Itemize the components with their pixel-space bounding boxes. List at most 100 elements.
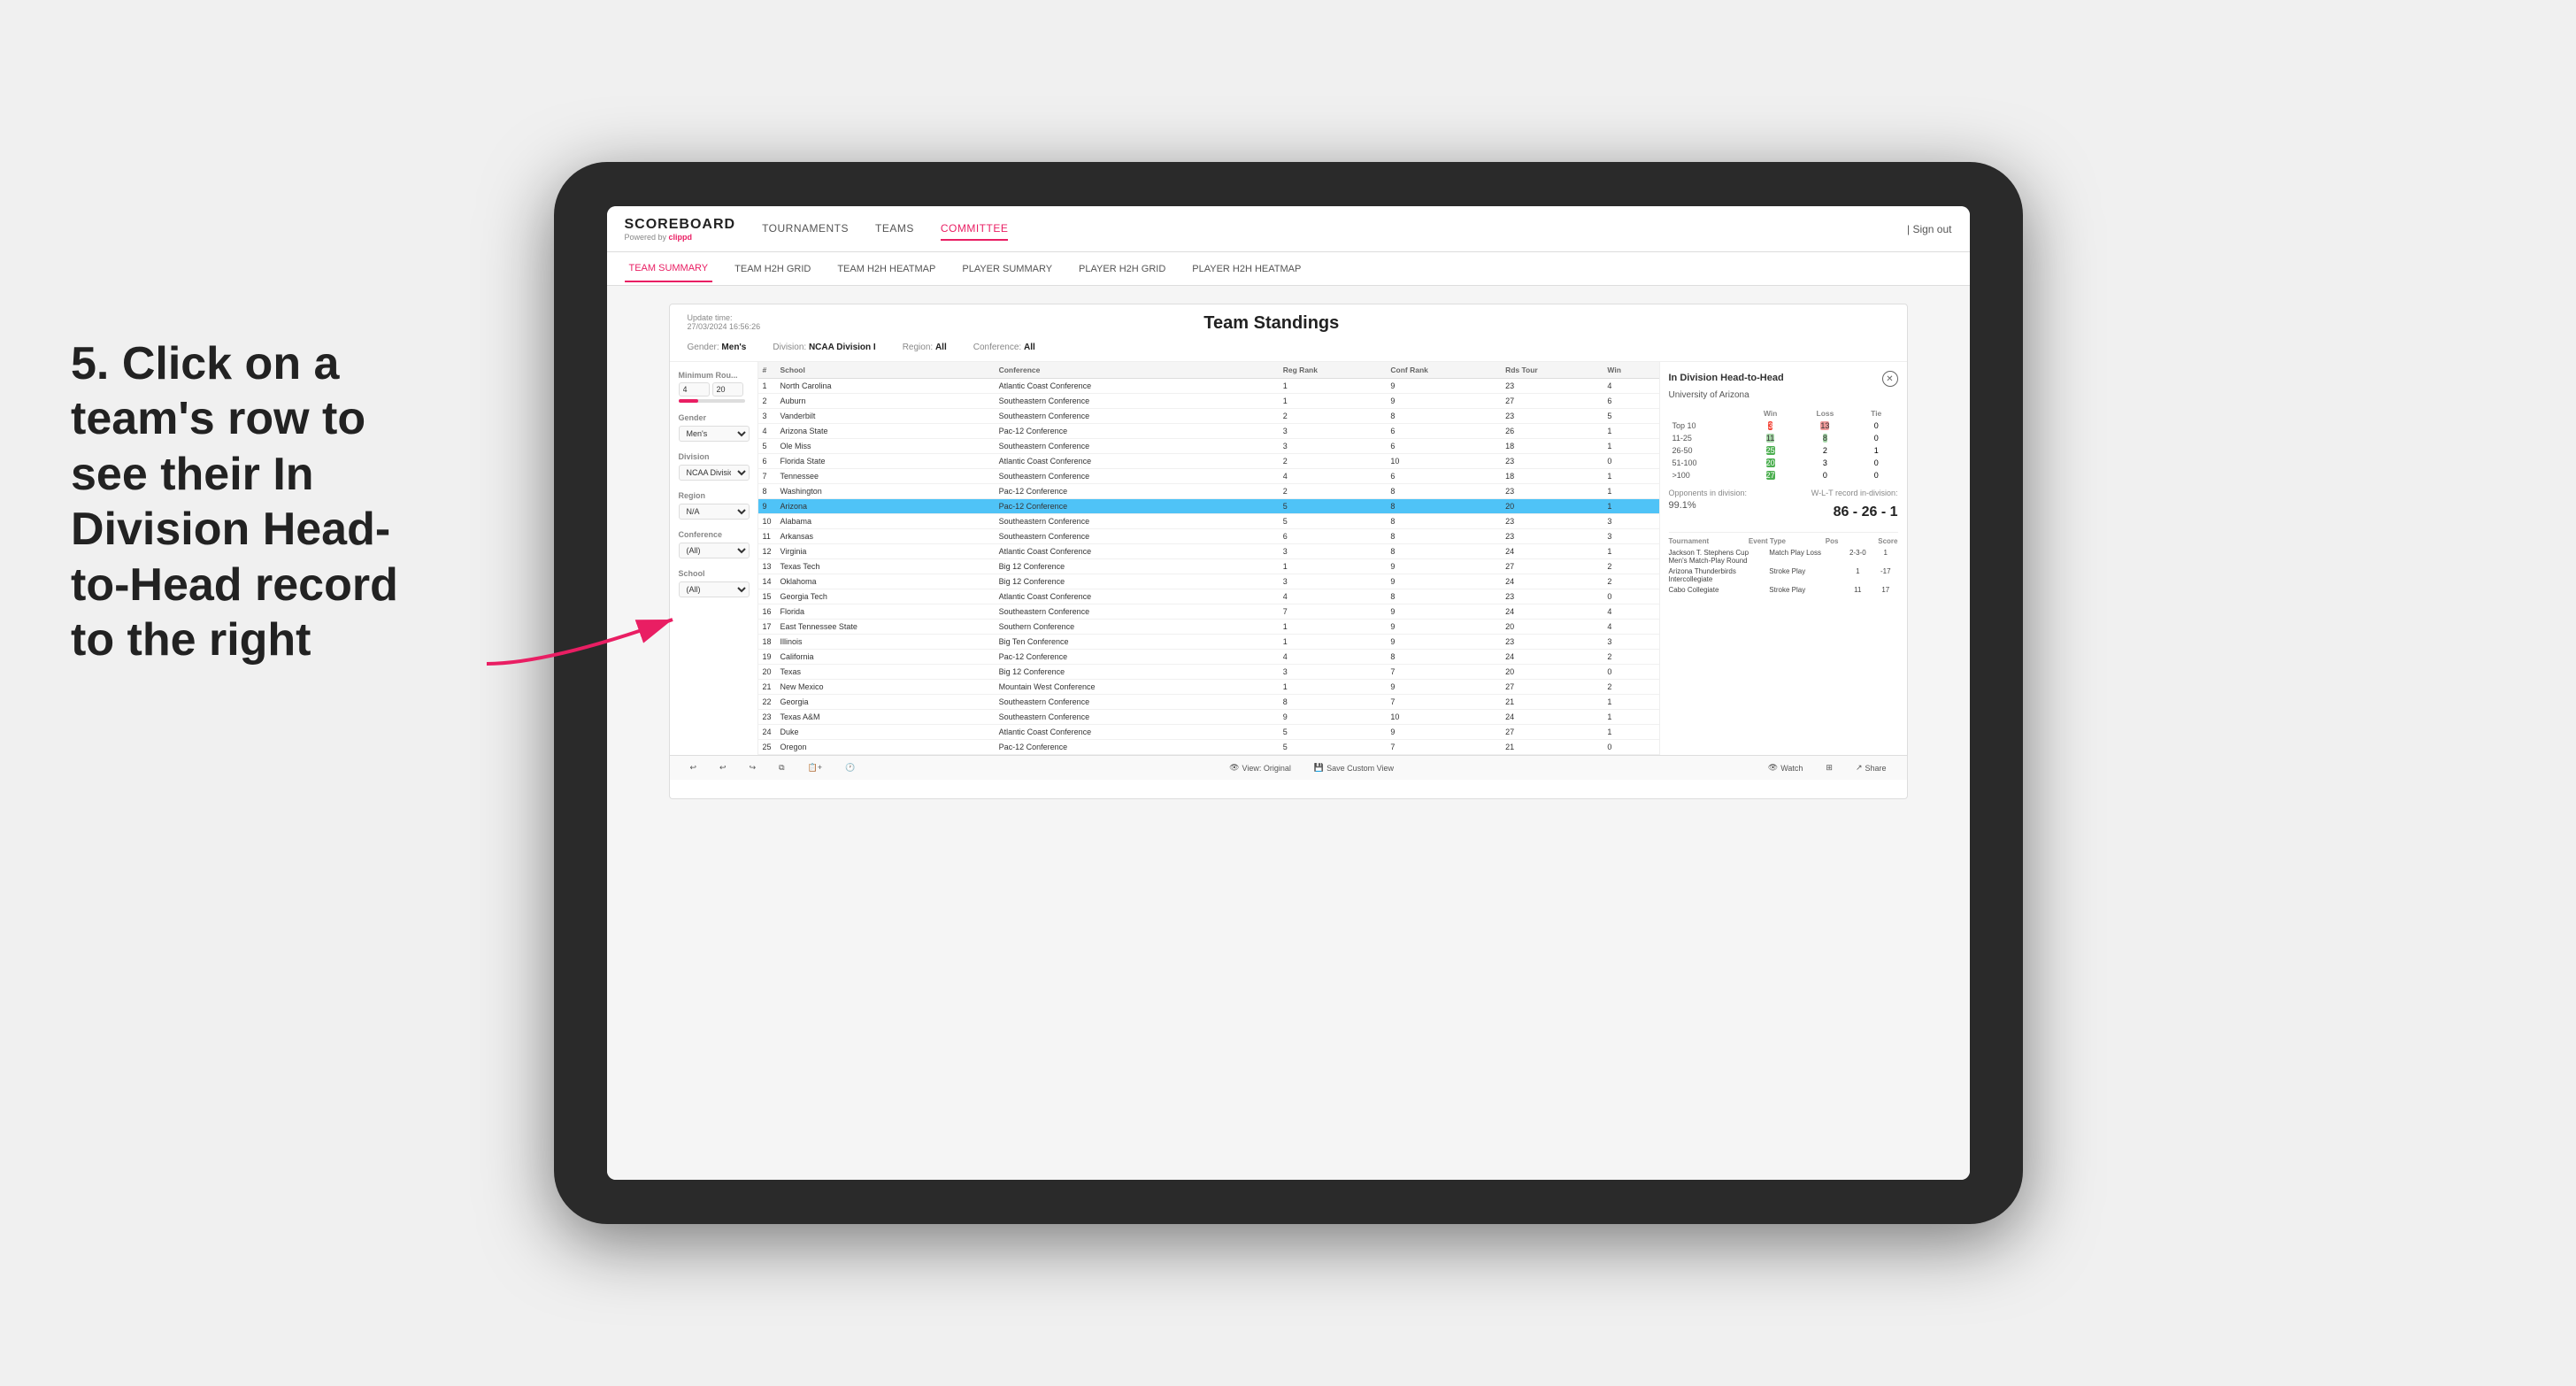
cell-conference: Pac-12 Conference: [995, 424, 1279, 439]
cell-win: 0: [1603, 454, 1658, 469]
cell-win: 1: [1603, 499, 1658, 514]
redo-button[interactable]: ↪: [742, 760, 764, 775]
cell-conference: Southeastern Conference: [995, 710, 1279, 725]
table-row[interactable]: 10 Alabama Southeastern Conference 5 8 2…: [758, 514, 1659, 529]
cell-rds: 27: [1501, 559, 1603, 574]
table-row[interactable]: 18 Illinois Big Ten Conference 1 9 23 3: [758, 635, 1659, 650]
cell-num: 7: [758, 469, 776, 484]
watch-button[interactable]: 👁 Watch: [1761, 760, 1811, 775]
min-rounds-label: Minimum Rou...: [679, 371, 749, 380]
tournament-row: Arizona Thunderbirds Intercollegiate Str…: [1669, 567, 1898, 583]
watch-icon: 👁: [1768, 763, 1778, 773]
share-icon: ↗: [1856, 763, 1863, 773]
table-row[interactable]: 6 Florida State Atlantic Coast Conferenc…: [758, 454, 1659, 469]
min-rounds-slider[interactable]: [679, 399, 745, 403]
table-row[interactable]: 9 Arizona Pac-12 Conference 5 8 20 1: [758, 499, 1659, 514]
min-rounds-min-input[interactable]: [679, 382, 710, 397]
cell-reg-rank: 3: [1279, 574, 1387, 589]
table-row[interactable]: 22 Georgia Southeastern Conference 8 7 2…: [758, 695, 1659, 710]
table-row[interactable]: 13 Texas Tech Big 12 Conference 1 9 27 2: [758, 559, 1659, 574]
save-custom-button[interactable]: 💾 Save Custom View: [1307, 760, 1401, 775]
app-panel: Update time: 27/03/2024 16:56:26 Team St…: [669, 304, 1908, 799]
table-row[interactable]: 1 North Carolina Atlantic Coast Conferen…: [758, 379, 1659, 394]
tournament-event-type: Stroke Play: [1769, 586, 1842, 594]
cell-rds: 27: [1501, 725, 1603, 740]
table-row[interactable]: 7 Tennessee Southeastern Conference 4 6 …: [758, 469, 1659, 484]
cell-reg-rank: 5: [1279, 514, 1387, 529]
cell-num: 14: [758, 574, 776, 589]
col-conference: Conference: [995, 362, 1279, 379]
h2h-close-button[interactable]: ✕: [1882, 371, 1898, 387]
cell-conf-rank: 10: [1386, 454, 1501, 469]
table-row[interactable]: 21 New Mexico Mountain West Conference 1…: [758, 680, 1659, 695]
school-filter-select[interactable]: (All): [679, 581, 750, 597]
h2h-loss: 8: [1796, 432, 1855, 444]
view-original-button[interactable]: 👁 View: Original: [1222, 760, 1298, 775]
table-row[interactable]: 24 Duke Atlantic Coast Conference 5 9 27…: [758, 725, 1659, 740]
share-button[interactable]: ↗ Share: [1849, 760, 1894, 775]
subnav-player-h2h-grid[interactable]: PLAYER H2H GRID: [1074, 257, 1170, 281]
h2h-tie: 0: [1855, 420, 1898, 432]
nav-tournaments[interactable]: TOURNAMENTS: [762, 218, 849, 241]
division-filter-select[interactable]: NCAA Division I: [679, 465, 750, 481]
table-row[interactable]: 5 Ole Miss Southeastern Conference 3 6 1…: [758, 439, 1659, 454]
sign-out-button[interactable]: | Sign out: [1907, 223, 1952, 235]
cell-conf-rank: 8: [1386, 529, 1501, 544]
tournament-pos: 2-3-0: [1846, 549, 1870, 557]
table-row[interactable]: 4 Arizona State Pac-12 Conference 3 6 26…: [758, 424, 1659, 439]
undo-button[interactable]: ↩: [683, 760, 704, 775]
cell-rds: 21: [1501, 695, 1603, 710]
cell-win: 1: [1603, 544, 1658, 559]
clock-button[interactable]: 🕐: [838, 760, 862, 775]
region-filter-select[interactable]: N/A: [679, 504, 750, 520]
cell-rds: 27: [1501, 680, 1603, 695]
undo2-button[interactable]: ↩: [712, 760, 734, 775]
copy-button[interactable]: ⧉: [772, 760, 791, 775]
table-row[interactable]: 23 Texas A&M Southeastern Conference 9 1…: [758, 710, 1659, 725]
subnav-team-summary[interactable]: TEAM SUMMARY: [625, 256, 713, 282]
filter-gender: Gender: Men's: [688, 343, 747, 352]
min-rounds-max-input[interactable]: [712, 382, 743, 397]
grid-button[interactable]: ⊞: [1819, 760, 1840, 775]
nav-teams[interactable]: TEAMS: [875, 218, 914, 241]
table-row[interactable]: 8 Washington Pac-12 Conference 2 8 23 1: [758, 484, 1659, 499]
cell-win: 2: [1603, 574, 1658, 589]
cell-conf-rank: 6: [1386, 469, 1501, 484]
h2h-school: University of Arizona: [1669, 390, 1898, 400]
table-row[interactable]: 3 Vanderbilt Southeastern Conference 2 8…: [758, 409, 1659, 424]
paste-button[interactable]: 📋+: [801, 760, 829, 775]
table-row[interactable]: 11 Arkansas Southeastern Conference 6 8 …: [758, 529, 1659, 544]
table-row[interactable]: 20 Texas Big 12 Conference 3 7 20 0: [758, 665, 1659, 680]
nav-committee[interactable]: COMMITTEE: [941, 218, 1009, 241]
cell-conf-rank: 7: [1386, 665, 1501, 680]
subnav-team-h2h-grid[interactable]: TEAM H2H GRID: [730, 257, 815, 281]
cell-conference: Southeastern Conference: [995, 514, 1279, 529]
table-row[interactable]: 14 Oklahoma Big 12 Conference 3 9 24 2: [758, 574, 1659, 589]
col-win: Win: [1603, 362, 1658, 379]
table-row[interactable]: 2 Auburn Southeastern Conference 1 9 27 …: [758, 394, 1659, 409]
cell-conf-rank: 9: [1386, 574, 1501, 589]
table-row[interactable]: 16 Florida Southeastern Conference 7 9 2…: [758, 604, 1659, 620]
table-row[interactable]: 19 California Pac-12 Conference 4 8 24 2: [758, 650, 1659, 665]
min-rounds-filter: Minimum Rou...: [679, 371, 749, 403]
subnav-player-h2h-heatmap[interactable]: PLAYER H2H HEATMAP: [1188, 257, 1305, 281]
cell-reg-rank: 5: [1279, 740, 1387, 755]
table-row[interactable]: 15 Georgia Tech Atlantic Coast Conferenc…: [758, 589, 1659, 604]
cell-school: Oregon: [776, 740, 995, 755]
cell-conf-rank: 7: [1386, 740, 1501, 755]
cell-conference: Southern Conference: [995, 620, 1279, 635]
top-nav: SCOREBOARD Powered by clippd TOURNAMENTS…: [607, 206, 1970, 252]
table-row[interactable]: 12 Virginia Atlantic Coast Conference 3 …: [758, 544, 1659, 559]
cell-school: Georgia Tech: [776, 589, 995, 604]
subnav-player-summary[interactable]: PLAYER SUMMARY: [957, 257, 1057, 281]
cell-win: 1: [1603, 424, 1658, 439]
cell-num: 1: [758, 379, 776, 394]
conference-filter-select[interactable]: (All): [679, 543, 750, 558]
cell-rds: 24: [1501, 650, 1603, 665]
table-row[interactable]: 17 East Tennessee State Southern Confere…: [758, 620, 1659, 635]
subnav-team-h2h-heatmap[interactable]: TEAM H2H HEATMAP: [833, 257, 940, 281]
table-row[interactable]: 25 Oregon Pac-12 Conference 5 7 21 0: [758, 740, 1659, 755]
bottom-toolbar: ↩ ↩ ↪ ⧉ 📋+ 🕐 👁 View: Original 💾: [670, 755, 1907, 780]
gender-filter-select[interactable]: Men's: [679, 426, 750, 442]
cell-conference: Southeastern Conference: [995, 409, 1279, 424]
